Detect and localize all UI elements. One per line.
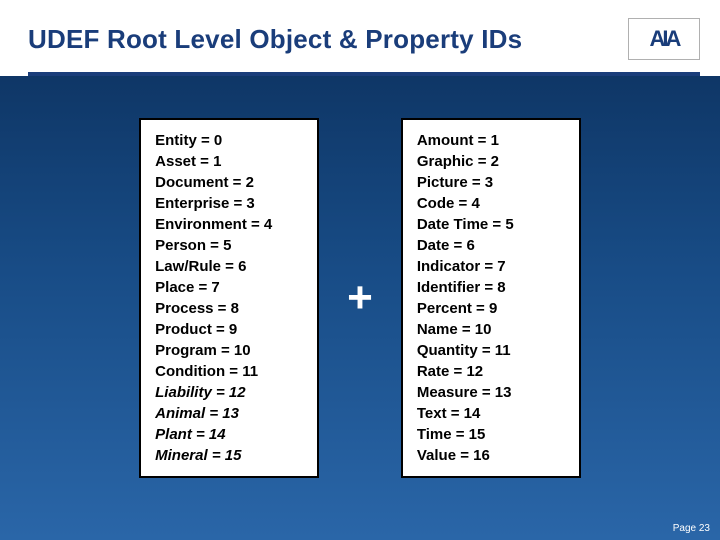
- plus-icon: +: [337, 273, 383, 323]
- title-bar: UDEF Root Level Object & Property IDs AI…: [0, 0, 720, 76]
- object-item: Animal = 13: [155, 403, 303, 424]
- object-item: Asset = 1: [155, 151, 303, 172]
- property-item: Graphic = 2: [417, 151, 565, 172]
- property-item: Date Time = 5: [417, 214, 565, 235]
- object-item: Place = 7: [155, 277, 303, 298]
- object-item: Plant = 14: [155, 424, 303, 445]
- object-item: Person = 5: [155, 235, 303, 256]
- object-item: Environment = 4: [155, 214, 303, 235]
- title-row: UDEF Root Level Object & Property IDs AI…: [0, 18, 720, 60]
- object-item: Product = 9: [155, 319, 303, 340]
- property-item: Measure = 13: [417, 382, 565, 403]
- property-item: Indicator = 7: [417, 256, 565, 277]
- page-number: Page 23: [673, 523, 710, 534]
- logo: AIA: [628, 18, 700, 60]
- object-item: Document = 2: [155, 172, 303, 193]
- property-item: Time = 15: [417, 424, 565, 445]
- property-item: Amount = 1: [417, 130, 565, 151]
- object-item: Process = 8: [155, 298, 303, 319]
- property-item: Percent = 9: [417, 298, 565, 319]
- property-item: Date = 6: [417, 235, 565, 256]
- object-item: Condition = 11: [155, 361, 303, 382]
- object-item: Liability = 12: [155, 382, 303, 403]
- objects-list: Entity = 0Asset = 1Document = 2Enterpris…: [139, 118, 319, 478]
- object-item: Enterprise = 3: [155, 193, 303, 214]
- logo-text: AIA: [650, 26, 679, 52]
- property-item: Value = 16: [417, 445, 565, 466]
- content-row: Entity = 0Asset = 1Document = 2Enterpris…: [0, 118, 720, 478]
- property-item: Picture = 3: [417, 172, 565, 193]
- object-item: Law/Rule = 6: [155, 256, 303, 277]
- properties-list: Amount = 1Graphic = 2Picture = 3Code = 4…: [401, 118, 581, 478]
- property-item: Code = 4: [417, 193, 565, 214]
- slide-title: UDEF Root Level Object & Property IDs: [28, 24, 522, 55]
- property-item: Rate = 12: [417, 361, 565, 382]
- property-item: Quantity = 11: [417, 340, 565, 361]
- property-item: Name = 10: [417, 319, 565, 340]
- object-item: Mineral = 15: [155, 445, 303, 466]
- property-item: Text = 14: [417, 403, 565, 424]
- object-item: Program = 10: [155, 340, 303, 361]
- slide: UDEF Root Level Object & Property IDs AI…: [0, 0, 720, 540]
- object-item: Entity = 0: [155, 130, 303, 151]
- title-divider: [28, 72, 700, 76]
- property-item: Identifier = 8: [417, 277, 565, 298]
